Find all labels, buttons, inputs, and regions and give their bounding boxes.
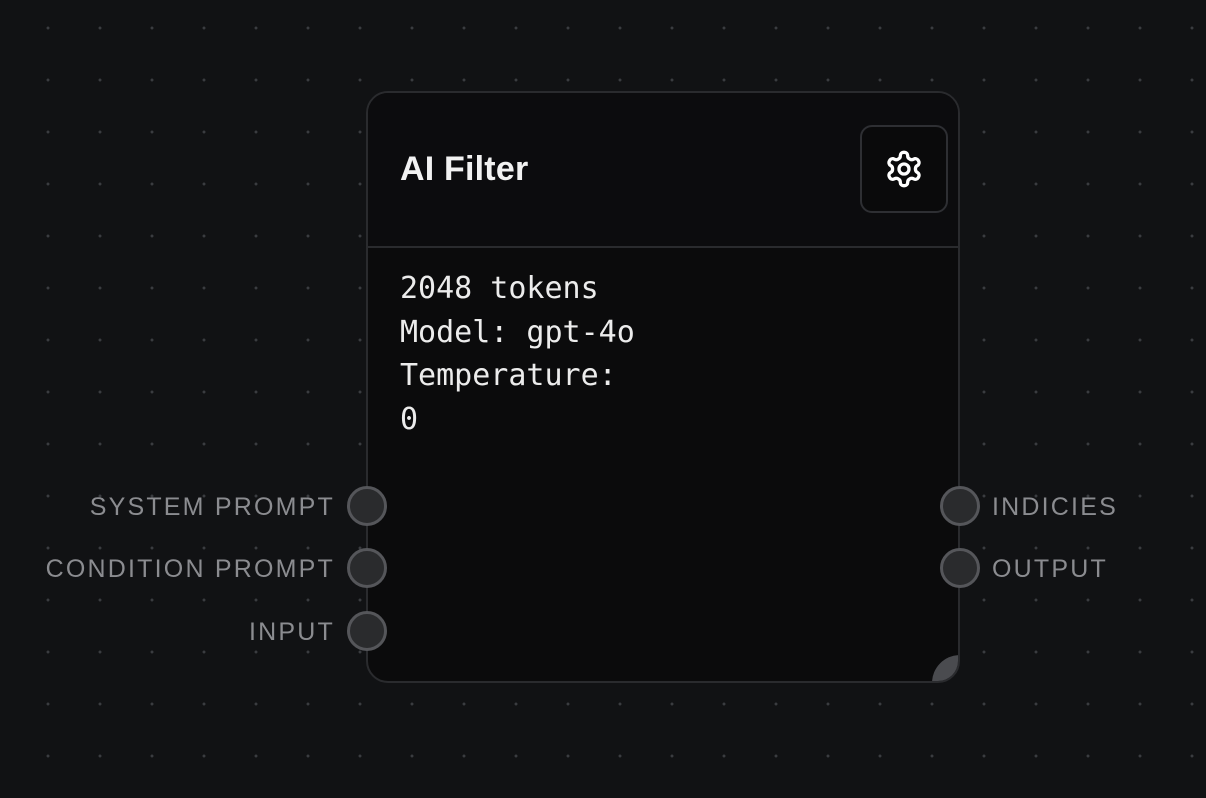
output-port-label: INDICIES: [992, 493, 1118, 521]
settings-button[interactable]: [860, 125, 948, 213]
gear-icon: [887, 150, 921, 188]
token-count: 2048 tokens: [400, 271, 599, 306]
temperature-label: Temperature:: [400, 358, 617, 393]
input-port-label: INPUT: [249, 618, 335, 646]
model-info: Model: gpt-4o: [400, 314, 635, 350]
output-port-output[interactable]: [940, 548, 980, 588]
output-port-indicies[interactable]: [940, 486, 980, 526]
node-header[interactable]: AI Filter: [368, 93, 958, 248]
node-info: 2048 tokens Model: gpt-4o Temperature: 0: [400, 267, 635, 441]
input-port-condition-prompt[interactable]: [347, 548, 387, 588]
ai-filter-node[interactable]: AI Filter 2048 tokens Model: gpt-4o Temp…: [366, 91, 960, 683]
output-port-label: OUTPUT: [992, 555, 1108, 583]
node-title: AI Filter: [400, 150, 529, 188]
resize-handle[interactable]: [932, 655, 958, 681]
temperature-value: 0: [400, 401, 419, 437]
input-port-system-prompt[interactable]: [347, 486, 387, 526]
input-port-label: CONDITION PROMPT: [45, 555, 335, 583]
input-port-label: SYSTEM PROMPT: [89, 493, 335, 521]
input-port-input[interactable]: [347, 611, 387, 651]
